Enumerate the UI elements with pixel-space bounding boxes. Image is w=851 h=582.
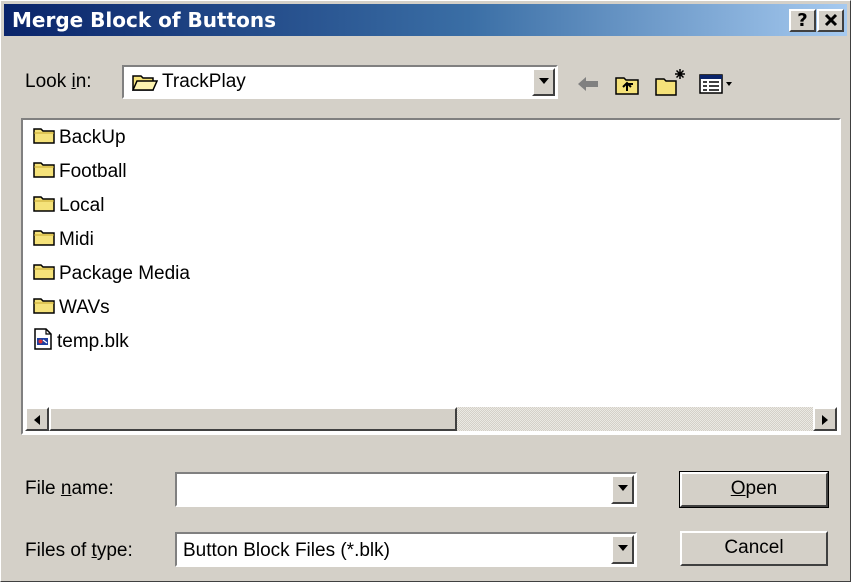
open-button[interactable]: Open [679, 471, 829, 508]
files-of-type-dropdown-button[interactable] [611, 535, 634, 564]
back-button[interactable] [574, 69, 604, 99]
cancel-button-label: Cancel [724, 537, 784, 558]
file-name-dropdown-button[interactable] [611, 475, 634, 504]
dialog-title: Merge Block of Buttons [12, 8, 277, 32]
open-button-label: Open [730, 478, 778, 499]
list-item-label: BackUp [59, 127, 126, 148]
files-of-type-label: Files of type: [25, 540, 133, 561]
chevron-down-icon [618, 485, 628, 491]
folder-icon [33, 296, 55, 320]
create-new-folder-button[interactable] [654, 67, 686, 97]
scroll-left-button[interactable] [25, 407, 49, 431]
view-menu-icon [699, 74, 732, 94]
scrollbar-thumb[interactable] [49, 407, 457, 431]
look-in-combo[interactable]: TrackPlay [122, 65, 558, 99]
list-item[interactable]: temp.blk [33, 328, 129, 356]
horizontal-scrollbar[interactable] [25, 407, 837, 431]
cancel-button[interactable]: Cancel [679, 530, 829, 567]
help-button[interactable]: ? [789, 9, 816, 32]
files-of-type-value: Button Block Files (*.blk) [183, 540, 390, 561]
up-one-level-icon [615, 77, 639, 95]
folder-icon [33, 160, 55, 184]
close-icon [824, 13, 837, 27]
file-list[interactable]: BackUp Football Local Midi Package Media WAVs… [21, 118, 841, 435]
look-in-label: Look in: [25, 71, 92, 92]
folder-icon [33, 194, 55, 218]
list-item-label: Midi [59, 229, 94, 250]
list-item[interactable]: WAVs [33, 295, 110, 321]
list-item-label: WAVs [59, 297, 110, 318]
files-of-type-combo[interactable]: Button Block Files (*.blk) [175, 532, 637, 567]
chevron-down-icon [539, 78, 549, 84]
create-new-folder-icon [655, 69, 685, 96]
list-item-label: Football [59, 161, 127, 182]
file-name-label: File name: [25, 478, 114, 499]
list-item-label: Package Media [59, 263, 190, 284]
scroll-right-button[interactable] [813, 407, 837, 431]
folder-icon [33, 228, 55, 252]
list-item[interactable]: Football [33, 159, 127, 185]
open-folder-icon [132, 75, 158, 91]
list-item[interactable]: BackUp [33, 125, 126, 151]
folder-icon [33, 262, 55, 286]
back-arrow-icon [578, 77, 598, 91]
folder-icon [33, 126, 55, 150]
up-one-level-button[interactable] [613, 69, 643, 99]
chevron-down-icon [618, 545, 628, 551]
list-item[interactable]: Package Media [33, 261, 190, 287]
look-in-value: TrackPlay [162, 71, 246, 92]
close-button[interactable] [817, 9, 844, 32]
blk-file-icon [33, 328, 53, 356]
chevron-right-icon [822, 415, 828, 425]
list-item[interactable]: Midi [33, 227, 94, 253]
list-item-label: temp.blk [57, 331, 129, 352]
view-menu-button[interactable] [698, 69, 736, 99]
merge-block-dialog: Merge Block of Buttons ? Look in: TrackP… [0, 0, 851, 582]
title-bar[interactable]: Merge Block of Buttons ? [4, 4, 847, 36]
list-item[interactable]: Local [33, 193, 104, 219]
chevron-left-icon [34, 415, 40, 425]
look-in-dropdown-button[interactable] [532, 68, 555, 96]
file-name-input[interactable] [175, 472, 637, 507]
list-item-label: Local [59, 195, 105, 216]
